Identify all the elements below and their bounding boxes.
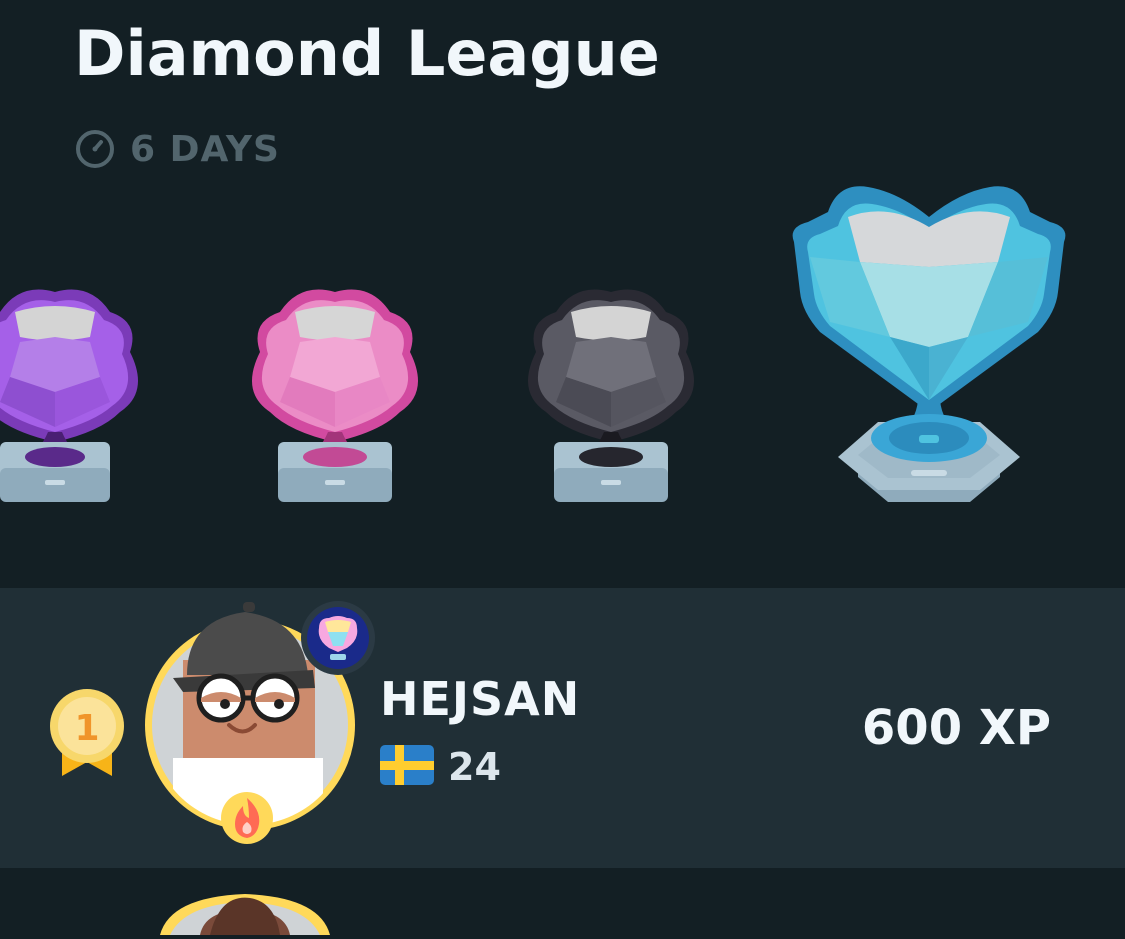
pearl-trophy-icon[interactable] — [240, 282, 430, 512]
xp-value: 600 XP — [861, 700, 1051, 756]
rank-1-medal: 1 — [48, 688, 126, 784]
user-meta: 24 — [380, 745, 501, 789]
amethyst-trophy-icon[interactable] — [0, 282, 150, 512]
page-title: Diamond League — [74, 17, 660, 90]
timer-text: 6 DAYS — [130, 128, 280, 170]
obsidian-trophy-icon[interactable] — [516, 282, 706, 512]
sweden-flag-icon — [380, 745, 434, 789]
diamond-trophy-icon[interactable] — [788, 172, 1070, 517]
username: HEJSAN — [380, 672, 581, 726]
rank-number: 1 — [74, 708, 99, 749]
streak-count: 24 — [448, 745, 501, 789]
avatar[interactable] — [143, 600, 383, 855]
next-avatar-partial[interactable] — [160, 892, 330, 939]
league-timer: 6 DAYS — [74, 128, 280, 170]
timer-icon — [74, 128, 116, 170]
